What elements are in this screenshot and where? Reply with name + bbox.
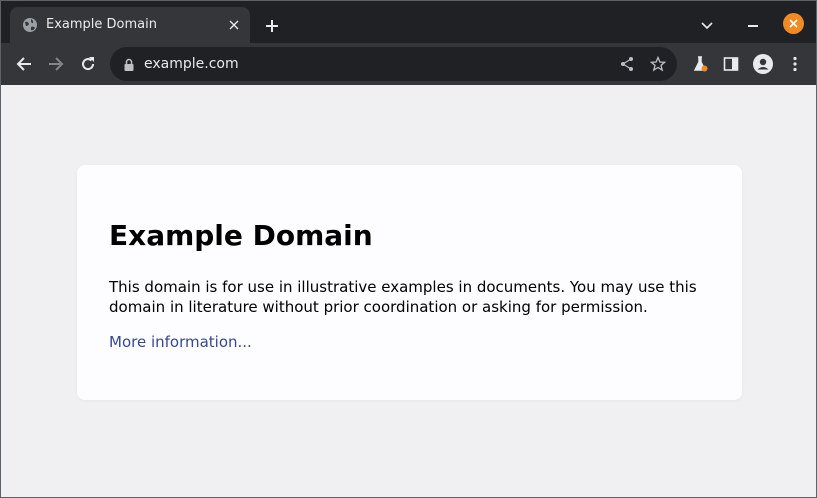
toolbar: example.com (1, 43, 816, 85)
browser-window: Example Domain example.com Example Domai… (0, 0, 817, 498)
menu-dots-icon[interactable] (782, 51, 808, 77)
page-title: Example Domain (109, 219, 373, 252)
star-icon[interactable] (649, 55, 667, 73)
tab-close-button[interactable] (224, 15, 244, 35)
tab-search-button[interactable] (695, 14, 719, 38)
page-description: This domain is for use in illustrative e… (109, 278, 697, 316)
extension-flask-icon[interactable] (687, 51, 713, 77)
forward-arrow-icon (49, 57, 64, 71)
tab-strip: Example Domain (1, 1, 816, 43)
address-bar[interactable]: example.com (110, 47, 677, 81)
globe-icon (22, 17, 38, 33)
page-viewport: Example Domain This domain is for use in… (1, 85, 816, 497)
close-icon (789, 19, 798, 28)
minimize-button[interactable] (741, 14, 765, 38)
minimize-icon (748, 25, 758, 27)
back-arrow-icon (16, 57, 31, 71)
close-icon (229, 20, 239, 30)
chevron-down-icon (701, 22, 713, 30)
back-button[interactable] (11, 51, 37, 77)
active-tab[interactable]: Example Domain (10, 7, 250, 43)
profile-icon[interactable] (750, 51, 776, 77)
forward-button[interactable] (43, 51, 69, 77)
more-information-link[interactable]: More information... (109, 332, 252, 352)
url-text[interactable]: example.com (144, 55, 239, 73)
lock-icon[interactable] (122, 57, 136, 71)
new-tab-button[interactable] (260, 14, 284, 38)
window-close-button[interactable] (783, 13, 804, 34)
reload-button[interactable] (75, 51, 101, 77)
reload-icon (82, 57, 95, 71)
plus-icon (266, 20, 278, 32)
side-panel-icon[interactable] (718, 51, 744, 77)
tab-title: Example Domain (46, 17, 157, 32)
share-icon[interactable] (618, 55, 636, 73)
content-card: Example Domain This domain is for use in… (77, 165, 742, 400)
